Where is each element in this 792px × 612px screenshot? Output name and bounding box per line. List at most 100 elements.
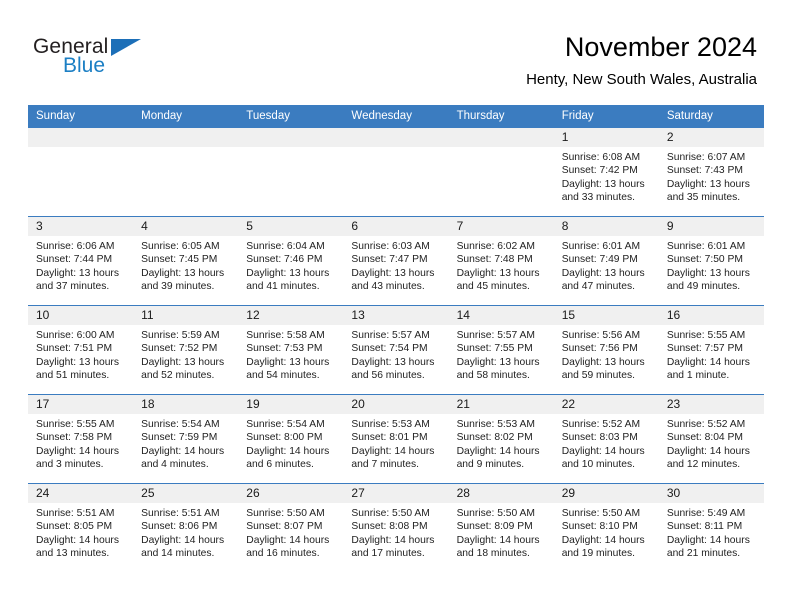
calendar-day-cell[interactable]: 20 Sunrise: 5:53 AM Sunset: 8:01 PM Dayligh… <box>343 394 449 484</box>
daylight-text: Daylight: 14 hours and 4 minutes. <box>141 445 225 471</box>
day-number: 26 <box>238 484 344 503</box>
sunrise-text: Sunrise: 5:50 AM <box>456 508 535 519</box>
calendar-day-cell[interactable]: 11 Sunrise: 5:59 AM Sunset: 7:52 PM Dayligh… <box>133 305 239 395</box>
daylight-text: Daylight: 14 hours and 12 minutes. <box>666 445 750 471</box>
calendar-day-cell[interactable]: 28 Sunrise: 5:50 AM Sunset: 8:09 PM Dayligh… <box>448 483 554 573</box>
day-number: 24 <box>28 484 134 503</box>
daylight-text: Daylight: 13 hours and 39 minutes. <box>141 267 225 293</box>
calendar-day-cell[interactable]: 17 Sunrise: 5:55 AM Sunset: 7:58 PM Dayligh… <box>28 394 134 484</box>
sunrise-text: Sunrise: 5:52 AM <box>561 419 641 430</box>
calendar-day-cell[interactable]: 25 Sunrise: 5:51 AM Sunset: 8:06 PM Dayligh… <box>133 483 239 573</box>
calendar-day-cell-empty <box>28 127 134 217</box>
sunset-text: Sunset: 8:04 PM <box>666 432 743 444</box>
daylight-text: Daylight: 13 hours and 58 minutes. <box>456 356 540 382</box>
calendar-day-cell[interactable]: 2 Sunrise: 6:07 AM Sunset: 7:43 PM Daylight… <box>658 127 764 217</box>
day-details: Sunrise: 5:59 AM Sunset: 7:52 PM Daylight:… <box>133 325 238 383</box>
day-number: 18 <box>133 395 239 414</box>
calendar-day-cell[interactable]: 26 Sunrise: 5:50 AM Sunset: 8:07 PM Dayligh… <box>238 483 344 573</box>
day-number: 6 <box>343 217 449 236</box>
calendar-day-cell-empty <box>448 127 554 217</box>
calendar-day-cell[interactable]: 6 Sunrise: 6:03 AM Sunset: 7:47 PM Daylight… <box>343 216 449 306</box>
calendar-day-cell[interactable]: 19 Sunrise: 5:54 AM Sunset: 8:00 PM Dayligh… <box>238 394 344 484</box>
calendar-day-cell[interactable]: 18 Sunrise: 5:54 AM Sunset: 7:59 PM Dayligh… <box>133 394 239 484</box>
calendar-day-cell[interactable]: 22 Sunrise: 5:52 AM Sunset: 8:03 PM Dayligh… <box>553 394 659 484</box>
sunrise-text: Sunrise: 6:01 AM <box>666 241 746 252</box>
day-number: 13 <box>343 306 449 325</box>
calendar-day-cell[interactable]: 23 Sunrise: 5:52 AM Sunset: 8:04 PM Dayligh… <box>658 394 764 484</box>
day-details: Sunrise: 6:02 AM Sunset: 7:48 PM Daylight:… <box>449 236 554 294</box>
day-details: Sunrise: 5:53 AM Sunset: 8:01 PM Daylight:… <box>343 414 448 472</box>
calendar-day-cell[interactable]: 16 Sunrise: 5:55 AM Sunset: 7:57 PM Dayligh… <box>658 305 764 395</box>
general-blue-logo[interactable]: General Blue <box>33 36 213 82</box>
daylight-text: Daylight: 13 hours and 52 minutes. <box>141 356 225 382</box>
daylight-text: Daylight: 13 hours and 33 minutes. <box>561 178 645 204</box>
sunset-text: Sunset: 7:43 PM <box>666 165 743 177</box>
sunset-text: Sunset: 7:52 PM <box>141 343 218 355</box>
day-details: Sunrise: 5:55 AM Sunset: 7:57 PM Daylight:… <box>659 325 764 383</box>
day-number: 8 <box>553 217 659 236</box>
daylight-text: Daylight: 14 hours and 6 minutes. <box>246 445 330 471</box>
daylight-text: Daylight: 13 hours and 54 minutes. <box>246 356 330 382</box>
calendar-day-cell[interactable]: 1 Sunrise: 6:08 AM Sunset: 7:42 PM Daylight… <box>553 127 659 217</box>
sunrise-text: Sunrise: 6:05 AM <box>141 241 220 252</box>
daylight-text: Daylight: 14 hours and 16 minutes. <box>246 534 330 560</box>
day-details: Sunrise: 5:54 AM Sunset: 8:00 PM Daylight:… <box>238 414 343 472</box>
sunset-text: Sunset: 8:06 PM <box>141 521 218 533</box>
sunrise-text: Sunrise: 5:57 AM <box>456 330 535 341</box>
day-details: Sunrise: 5:50 AM Sunset: 8:09 PM Daylight:… <box>449 503 554 561</box>
day-details: Sunrise: 6:06 AM Sunset: 7:44 PM Daylight:… <box>28 236 133 294</box>
day-details: Sunrise: 6:08 AM Sunset: 7:42 PM Daylight:… <box>554 147 659 205</box>
day-number: 17 <box>28 395 134 414</box>
day-details: Sunrise: 6:01 AM Sunset: 7:50 PM Daylight:… <box>659 236 764 294</box>
calendar-day-cell-empty <box>133 127 239 217</box>
day-details: Sunrise: 5:51 AM Sunset: 8:06 PM Daylight:… <box>133 503 238 561</box>
calendar-day-cell[interactable]: 9 Sunrise: 6:01 AM Sunset: 7:50 PM Daylight… <box>658 216 764 306</box>
sunset-text: Sunset: 7:46 PM <box>246 254 323 266</box>
calendar-day-cell[interactable]: 13 Sunrise: 5:57 AM Sunset: 7:54 PM Dayligh… <box>343 305 449 395</box>
sunset-text: Sunset: 8:01 PM <box>351 432 428 444</box>
sunset-text: Sunset: 8:05 PM <box>36 521 113 533</box>
calendar-day-cell-empty <box>238 127 344 217</box>
day-details: Sunrise: 6:01 AM Sunset: 7:49 PM Daylight:… <box>554 236 659 294</box>
day-number <box>343 128 449 147</box>
daylight-text: Daylight: 13 hours and 56 minutes. <box>351 356 435 382</box>
day-details: Sunrise: 5:55 AM Sunset: 7:58 PM Daylight:… <box>28 414 133 472</box>
calendar-day-cell[interactable]: 30 Sunrise: 5:49 AM Sunset: 8:11 PM Dayligh… <box>658 483 764 573</box>
day-details: Sunrise: 5:58 AM Sunset: 7:53 PM Daylight:… <box>238 325 343 383</box>
sunrise-text: Sunrise: 5:59 AM <box>141 330 220 341</box>
sunset-text: Sunset: 8:07 PM <box>246 521 323 533</box>
calendar-day-cell[interactable]: 24 Sunrise: 5:51 AM Sunset: 8:05 PM Dayligh… <box>28 483 134 573</box>
calendar-body: 1 Sunrise: 6:08 AM Sunset: 7:42 PM Daylight… <box>28 127 764 573</box>
calendar-day-cell[interactable]: 5 Sunrise: 6:04 AM Sunset: 7:46 PM Daylight… <box>238 216 344 306</box>
calendar-day-cell[interactable]: 4 Sunrise: 6:05 AM Sunset: 7:45 PM Daylight… <box>133 216 239 306</box>
day-number: 27 <box>343 484 449 503</box>
sunset-text: Sunset: 7:49 PM <box>561 254 638 266</box>
sunrise-text: Sunrise: 6:03 AM <box>351 241 430 252</box>
calendar-day-cell[interactable]: 7 Sunrise: 6:02 AM Sunset: 7:48 PM Daylight… <box>448 216 554 306</box>
calendar-day-cell[interactable]: 10 Sunrise: 6:00 AM Sunset: 7:51 PM Dayligh… <box>28 305 134 395</box>
calendar-day-cell[interactable]: 27 Sunrise: 5:50 AM Sunset: 8:08 PM Dayligh… <box>343 483 449 573</box>
calendar-day-cell[interactable]: 8 Sunrise: 6:01 AM Sunset: 7:49 PM Daylight… <box>553 216 659 306</box>
day-details: Sunrise: 5:50 AM Sunset: 8:08 PM Daylight:… <box>343 503 448 561</box>
day-details: Sunrise: 5:50 AM Sunset: 8:10 PM Daylight:… <box>554 503 659 561</box>
daylight-text: Daylight: 14 hours and 10 minutes. <box>561 445 645 471</box>
daylight-text: Daylight: 14 hours and 7 minutes. <box>351 445 435 471</box>
calendar-day-cell[interactable]: 29 Sunrise: 5:50 AM Sunset: 8:10 PM Dayligh… <box>553 483 659 573</box>
calendar-week-row: 17 Sunrise: 5:55 AM Sunset: 7:58 PM Dayligh… <box>28 394 764 484</box>
sunrise-text: Sunrise: 5:53 AM <box>456 419 535 430</box>
day-number: 23 <box>658 395 764 414</box>
calendar-day-cell[interactable]: 14 Sunrise: 5:57 AM Sunset: 7:55 PM Dayligh… <box>448 305 554 395</box>
daylight-text: Daylight: 13 hours and 43 minutes. <box>351 267 435 293</box>
day-details: Sunrise: 5:52 AM Sunset: 8:03 PM Daylight:… <box>554 414 659 472</box>
day-details: Sunrise: 5:57 AM Sunset: 7:55 PM Daylight:… <box>449 325 554 383</box>
day-number: 15 <box>553 306 659 325</box>
sunset-text: Sunset: 8:02 PM <box>456 432 533 444</box>
calendar-day-cell[interactable]: 3 Sunrise: 6:06 AM Sunset: 7:44 PM Daylight… <box>28 216 134 306</box>
calendar-day-cell[interactable]: 12 Sunrise: 5:58 AM Sunset: 7:53 PM Dayligh… <box>238 305 344 395</box>
sunrise-text: Sunrise: 5:53 AM <box>351 419 430 430</box>
calendar-day-cell[interactable]: 21 Sunrise: 5:53 AM Sunset: 8:02 PM Dayligh… <box>448 394 554 484</box>
calendar-day-cell[interactable]: 15 Sunrise: 5:56 AM Sunset: 7:56 PM Dayligh… <box>553 305 659 395</box>
sunset-text: Sunset: 8:00 PM <box>246 432 323 444</box>
weekday-header-wednesday: Wednesday <box>343 105 449 128</box>
day-number: 2 <box>658 128 764 147</box>
